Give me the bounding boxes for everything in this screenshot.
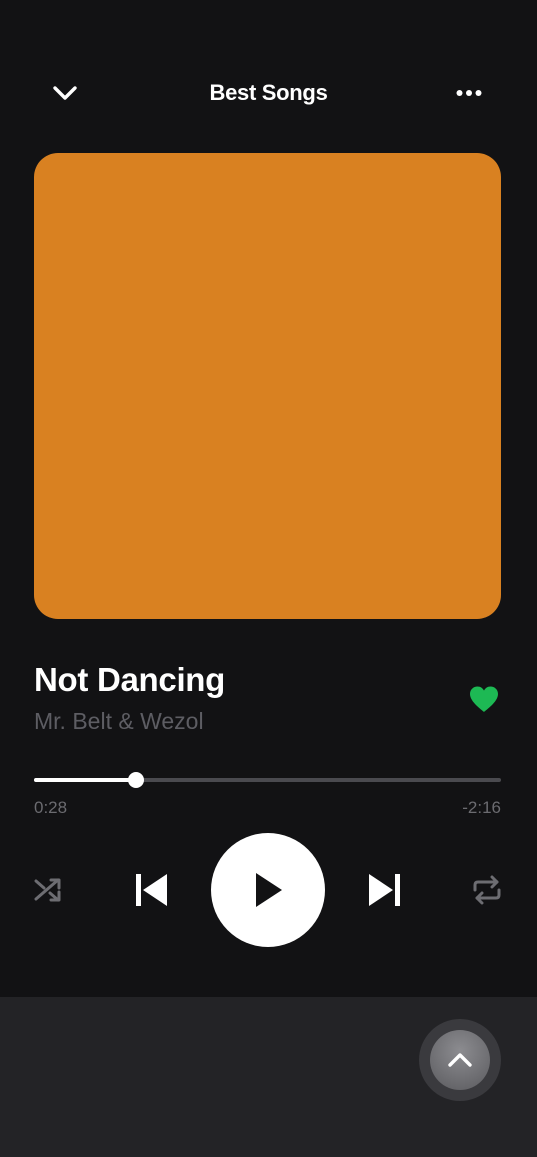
- chevron-up-icon: [448, 1053, 472, 1067]
- more-options-button[interactable]: [451, 76, 487, 110]
- next-track-button[interactable]: [362, 868, 408, 912]
- more-horizontal-icon: [456, 90, 482, 96]
- like-button[interactable]: [465, 682, 503, 716]
- skip-next-icon: [369, 874, 400, 906]
- now-playing-screen: Best Songs Not Dancing Mr. Belt & Wezol …: [0, 0, 537, 997]
- album-artwork: [34, 153, 501, 619]
- progress-fill: [34, 778, 136, 782]
- expand-sheet-button[interactable]: [419, 1019, 501, 1101]
- heart-icon: [470, 686, 498, 712]
- play-icon: [256, 873, 282, 907]
- expand-sheet-button-face: [430, 1030, 490, 1090]
- track-artist: Mr. Belt & Wezol: [34, 708, 204, 734]
- time-elapsed: 0:28: [34, 798, 68, 817]
- shuffle-icon: [34, 878, 61, 902]
- track-title: Not Dancing: [34, 661, 226, 698]
- time-remaining: -2:16: [462, 798, 501, 817]
- skip-previous-icon: [136, 874, 167, 906]
- progress-bar[interactable]: [34, 772, 501, 788]
- shuffle-button[interactable]: [28, 870, 70, 910]
- repeat-button[interactable]: [466, 870, 508, 910]
- progress-scrubber-handle[interactable]: [127, 772, 144, 788]
- play-button[interactable]: [211, 833, 325, 947]
- player-header: Best Songs: [0, 70, 537, 116]
- previous-track-button[interactable]: [128, 868, 174, 912]
- repeat-icon: [473, 875, 501, 905]
